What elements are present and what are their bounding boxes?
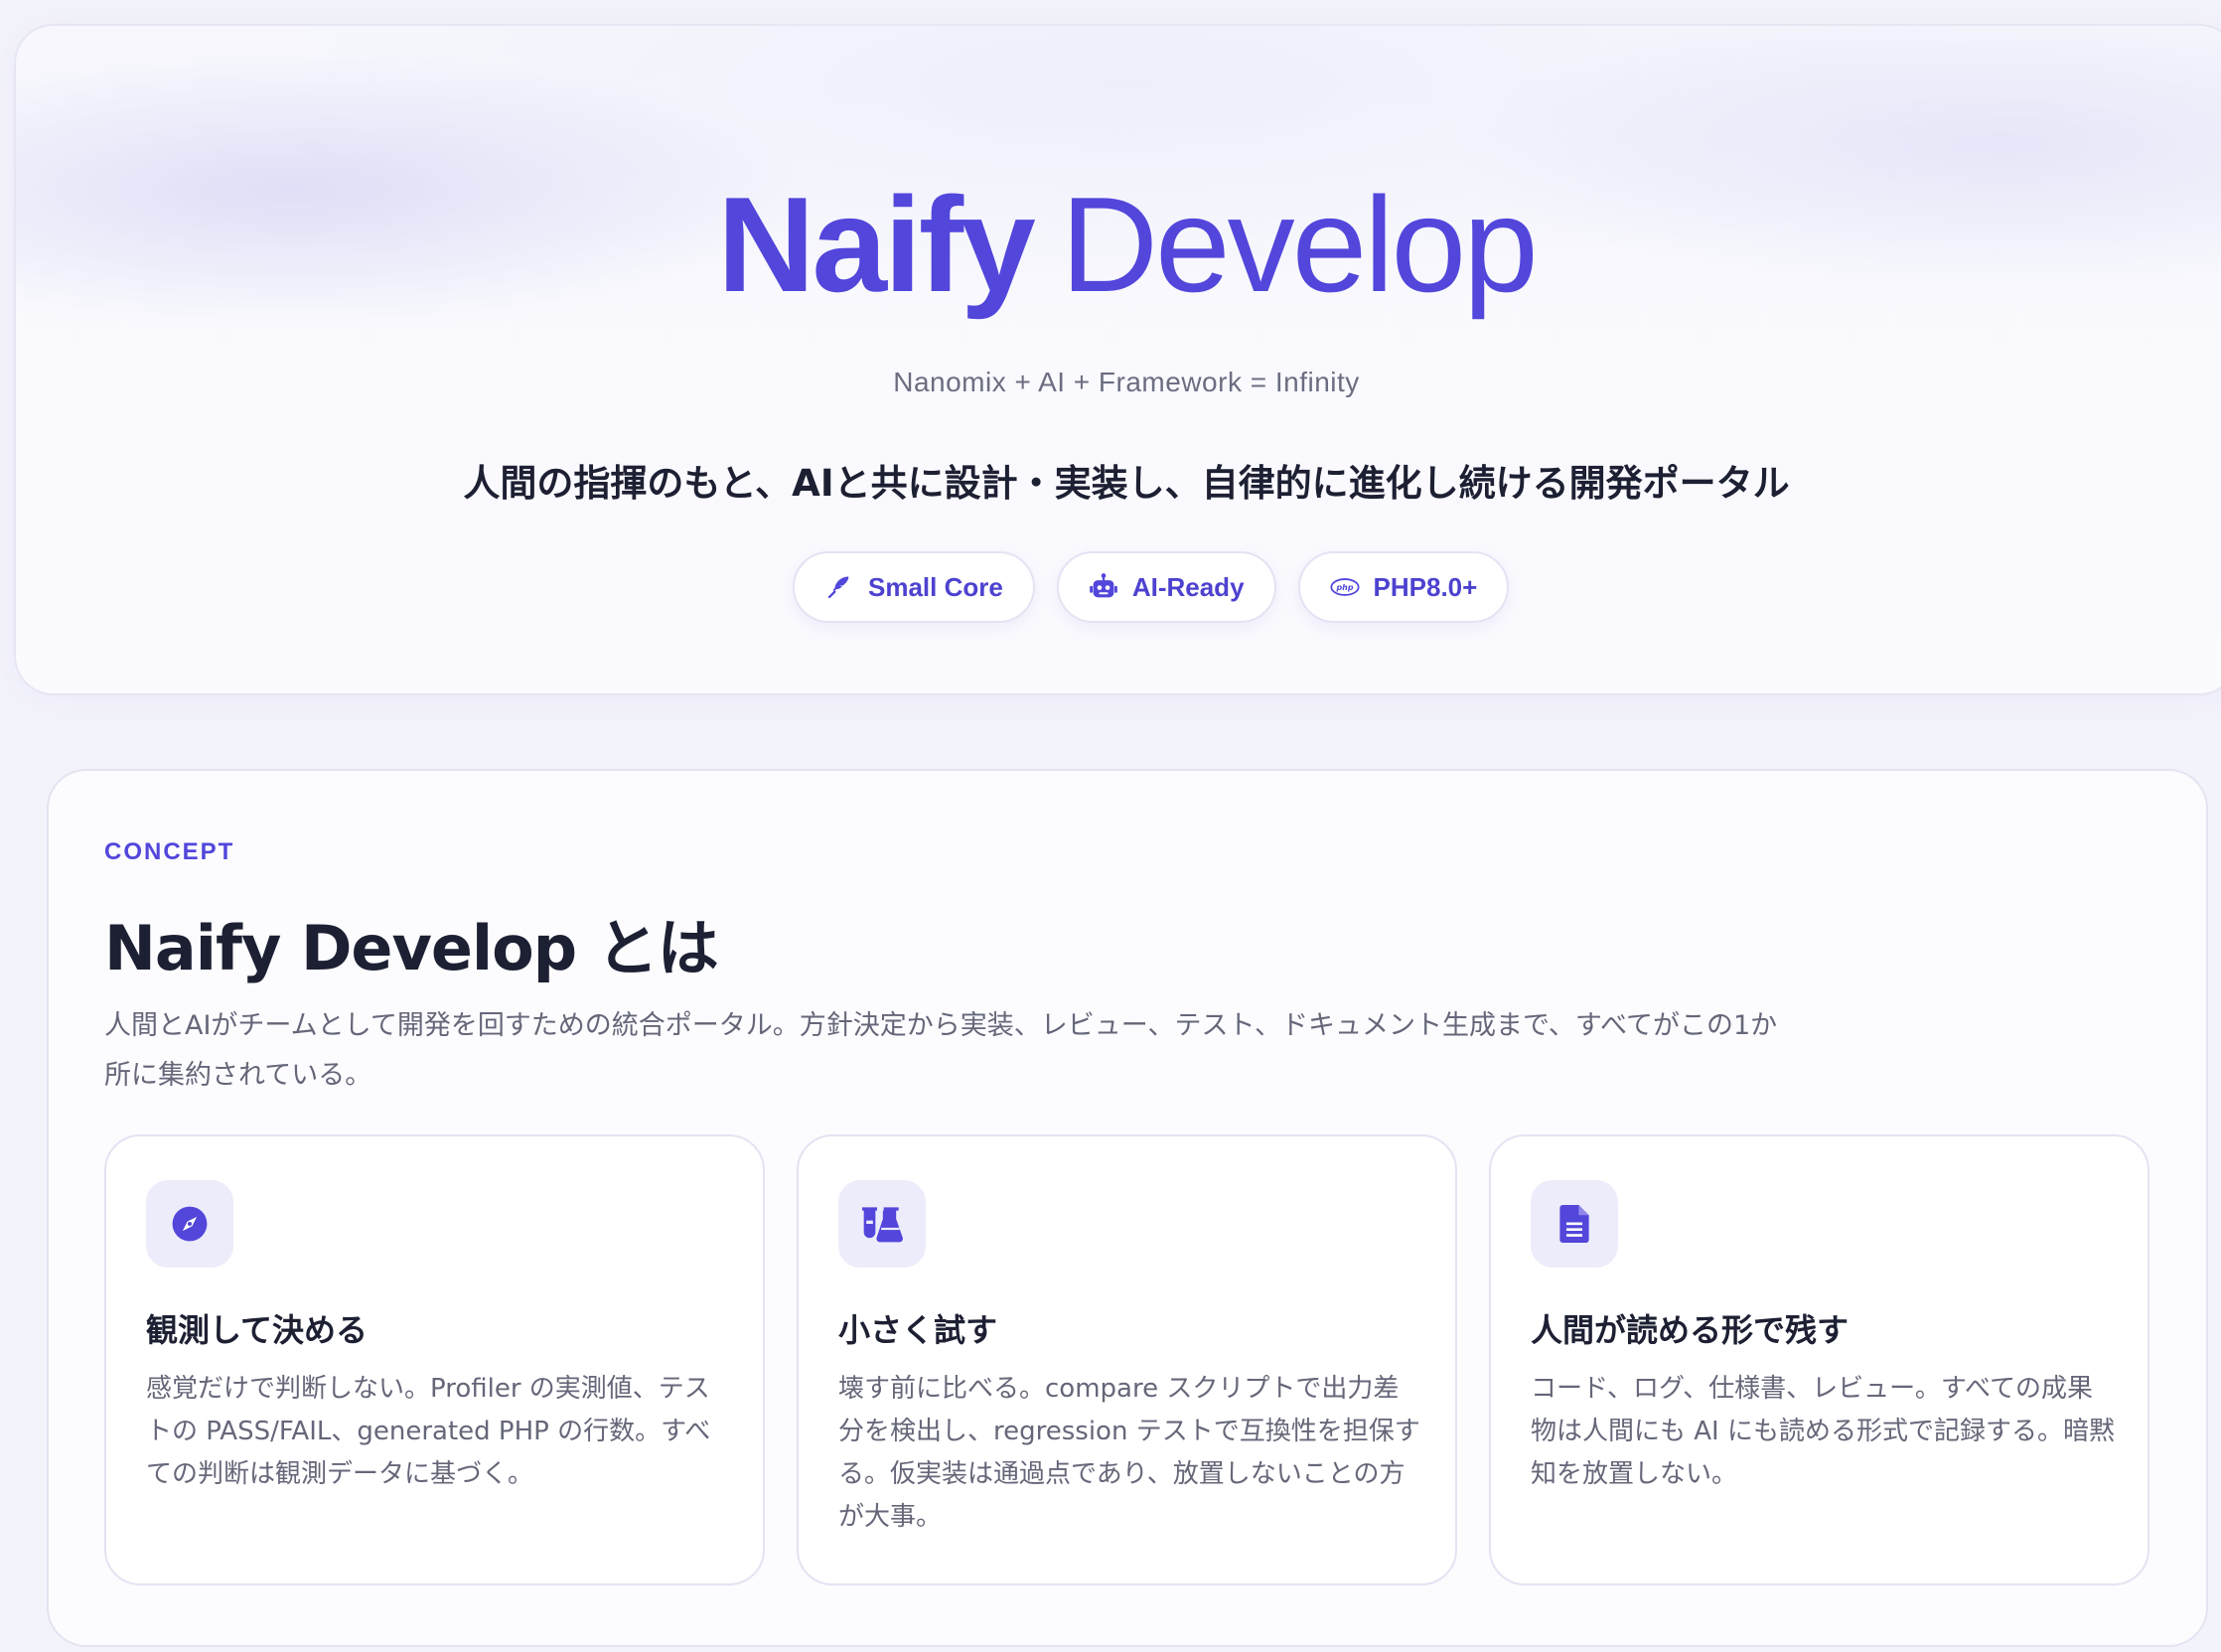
concept-card-observe: 観測して決める 感覚だけで判断しない。Profiler の実測値、テストの PA…	[104, 1134, 765, 1585]
concept-card-human-readable: 人間が読める形で残す コード、ログ、仕様書、レビュー。すべての成果物は人間にも …	[1489, 1134, 2149, 1585]
pill-label: Small Core	[868, 571, 1003, 602]
section-eyebrow: CONCEPT	[104, 838, 235, 865]
card-text: 感覚だけで判断しない。Profiler の実測値、テストの PASS/FAIL、…	[146, 1374, 711, 1489]
hero-title-strong: Naify	[717, 169, 1036, 320]
card-title: 観測して決める	[146, 1311, 369, 1349]
feature-pills: Small Core AI-Ready php PHP8.0+	[793, 551, 1510, 623]
feather-icon	[824, 572, 854, 602]
robot-icon	[1089, 572, 1118, 602]
php-icon: php	[1329, 572, 1360, 602]
concept-cards: 観測して決める 感覚だけで判断しない。Profiler の実測値、テストの PA…	[104, 1134, 2149, 1585]
section-title: Naify Develop とは	[104, 912, 719, 984]
hero-section: Naify Develop Nanomix + AI + Framework = …	[14, 24, 2221, 695]
card-title: 人間が読める形で残す	[1531, 1311, 1850, 1349]
document-icon	[1531, 1180, 1618, 1268]
concept-section: CONCEPT Naify Develop とは 人間とAIがチームとして開発を…	[47, 769, 2208, 1647]
pill-label: AI-Ready	[1131, 571, 1245, 602]
card-text: 壊す前に比べる。compare スクリプトで出力差分を検出し、regressio…	[838, 1374, 1420, 1532]
concept-card-try-small: 小さく試す 壊す前に比べる。compare スクリプトで出力差分を検出し、reg…	[797, 1134, 1457, 1585]
pill-ai-ready[interactable]: AI-Ready	[1056, 551, 1276, 623]
hero-title: Naify Develop	[16, 165, 2221, 324]
card-title: 小さく試す	[838, 1311, 998, 1349]
card-text: コード、ログ、仕様書、レビュー。すべての成果物は人間にも AI にも読める形式で…	[1531, 1374, 2115, 1489]
hero-title-light: Develop	[1060, 169, 1539, 320]
section-description: 人間とAIがチームとして開発を回すための統合ポータル。方針決定から実装、レビュー…	[104, 1010, 1778, 1091]
hero-formula: Nanomix + AI + Framework = Infinity	[893, 367, 1360, 397]
compass-icon	[146, 1180, 233, 1268]
svg-text:php: php	[1335, 583, 1353, 592]
pill-label: PHP8.0+	[1373, 571, 1478, 602]
flask-icon	[838, 1180, 926, 1268]
pill-php[interactable]: php PHP8.0+	[1297, 551, 1510, 623]
pill-small-core[interactable]: Small Core	[793, 551, 1035, 623]
hero-tagline: 人間の指揮のもと、AIと共に設計・実装し、自律的に進化し続ける開発ポータル	[463, 462, 1790, 505]
